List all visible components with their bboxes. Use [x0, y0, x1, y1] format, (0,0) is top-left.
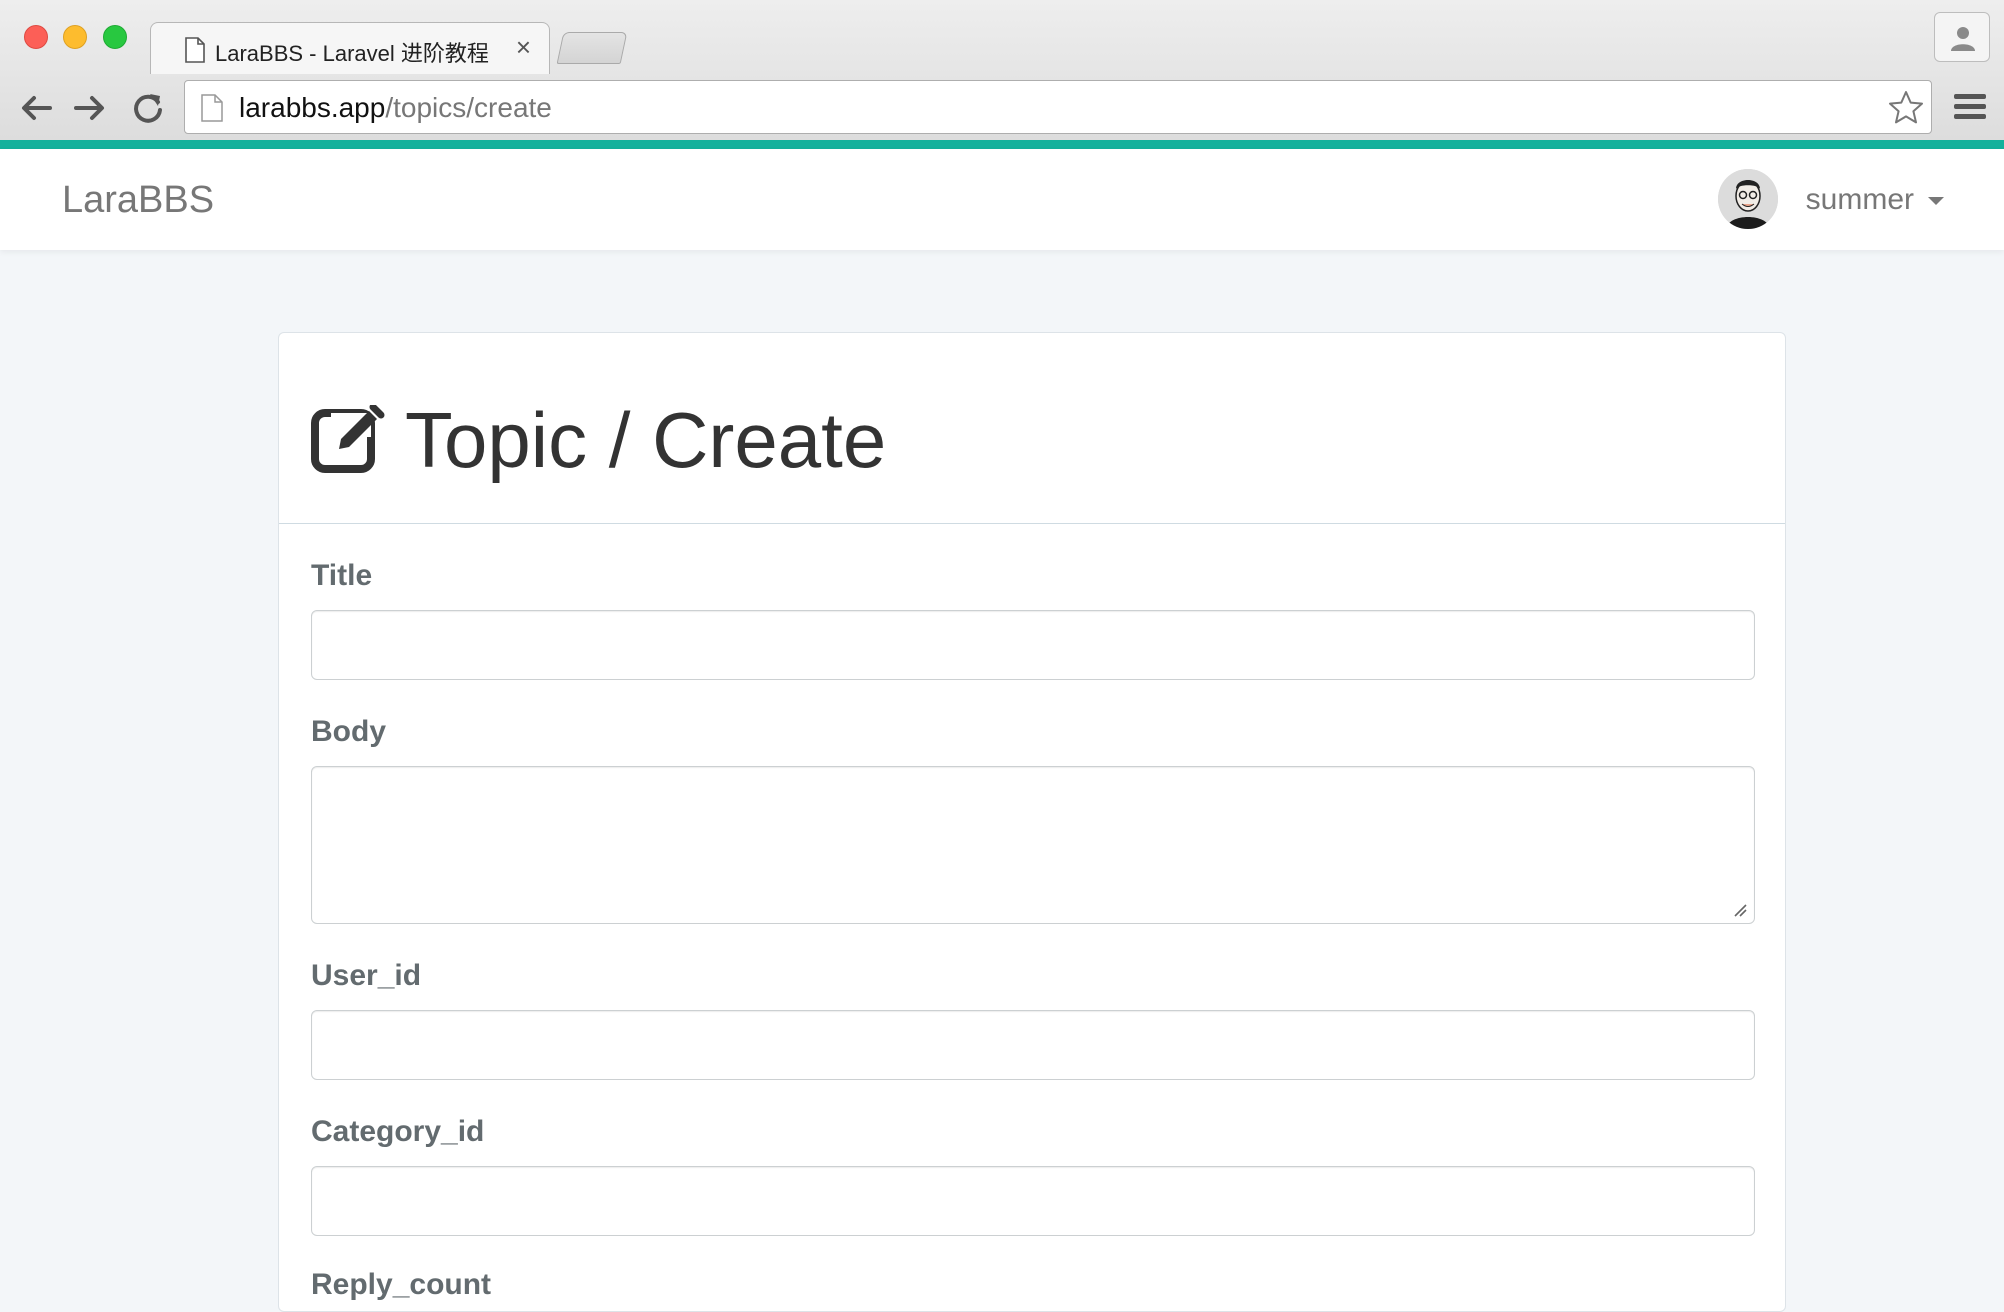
- new-tab-button[interactable]: [556, 32, 628, 64]
- back-arrow-icon[interactable]: [18, 90, 54, 126]
- url-path: /topics/create: [385, 92, 552, 123]
- body-label: Body: [311, 715, 386, 748]
- browser-tab[interactable]: LaraBBS - Laravel 进阶教程 ×: [150, 22, 550, 74]
- reload-icon[interactable]: [130, 90, 166, 126]
- user-id-label: User_id: [311, 959, 422, 992]
- minimize-window-button[interactable]: [63, 25, 87, 49]
- edit-icon: [311, 405, 385, 473]
- person-icon: [1951, 27, 1975, 51]
- site-navbar: LaraBBS summer: [0, 149, 2004, 250]
- accent-bar: [0, 140, 2004, 149]
- user-avatar-image: [1718, 169, 1778, 229]
- title-input[interactable]: [311, 610, 1755, 680]
- category-id-input[interactable]: [311, 1166, 1755, 1236]
- page-icon: [201, 94, 223, 122]
- chevron-down-icon[interactable]: [1928, 197, 1944, 205]
- avatar[interactable]: [1718, 169, 1778, 229]
- brand-link[interactable]: LaraBBS: [62, 179, 214, 222]
- tab-title: LaraBBS - Laravel 进阶教程: [215, 41, 489, 66]
- topic-form-card: Topic / Create Title Body User_id Catego…: [278, 332, 1786, 1312]
- card-header: Topic / Create: [279, 333, 1785, 524]
- address-bar[interactable]: larabbs.app/topics/create: [184, 80, 1932, 134]
- forward-arrow-icon[interactable]: [72, 90, 108, 126]
- body-textarea[interactable]: [311, 766, 1755, 924]
- tab-close-icon[interactable]: ×: [516, 32, 531, 62]
- url-host: larabbs.app: [239, 92, 386, 123]
- page-icon: [185, 37, 205, 63]
- profile-button[interactable]: [1934, 12, 1990, 62]
- maximize-window-button[interactable]: [103, 25, 127, 49]
- browser-menu-icon[interactable]: [1954, 92, 1986, 122]
- username[interactable]: summer: [1806, 183, 1914, 217]
- close-window-button[interactable]: [24, 25, 48, 49]
- bookmark-star-icon[interactable]: [1887, 89, 1925, 127]
- category-id-label: Category_id: [311, 1115, 485, 1148]
- reply-count-label: Reply_count: [311, 1268, 492, 1301]
- browser-chrome: LaraBBS - Laravel 进阶教程 × larabbs.app/top…: [0, 0, 2004, 148]
- user-menu[interactable]: summer: [1704, 169, 1944, 231]
- url-text: larabbs.app/topics/create: [239, 92, 552, 124]
- title-label: Title: [311, 559, 373, 592]
- page-title: Topic / Create: [405, 396, 887, 484]
- user-id-input[interactable]: [311, 1010, 1755, 1080]
- resize-grip-icon[interactable]: [1733, 903, 1747, 917]
